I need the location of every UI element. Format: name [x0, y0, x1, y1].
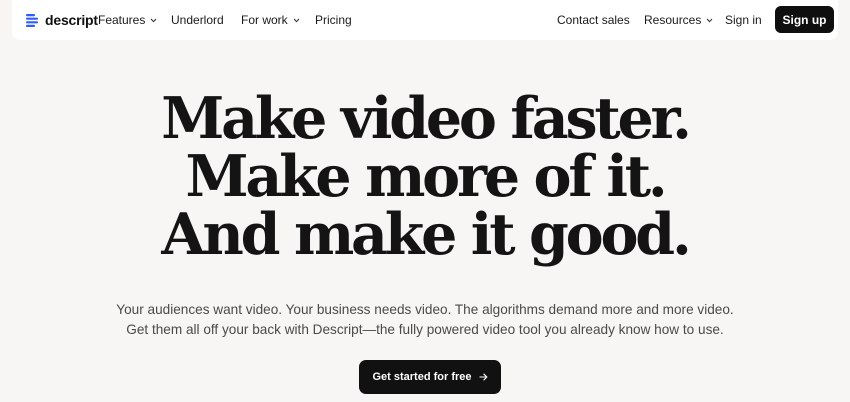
- brand-home-link[interactable]: descript: [26, 11, 98, 29]
- nav-for-work-label: For work: [241, 13, 288, 27]
- nav-contact-sales-label: Contact sales: [557, 13, 630, 27]
- chevron-down-icon: [150, 18, 157, 22]
- chevron-down-icon: [293, 18, 300, 22]
- nav-sign-in[interactable]: Sign in: [725, 12, 762, 28]
- hero-line-3: And make it good.: [161, 201, 691, 268]
- subhead-line-1: Your audiences want video. Your business…: [116, 302, 734, 317]
- get-started-label: Get started for free: [372, 371, 472, 383]
- get-started-button[interactable]: Get started for free: [359, 360, 501, 394]
- hero-line-2: Make more of it.: [185, 143, 667, 210]
- nav-underlord-label: Underlord: [171, 13, 224, 27]
- nav-underlord[interactable]: Underlord: [171, 12, 224, 28]
- nav-features-label: Features: [98, 13, 146, 27]
- descript-logo-icon: [26, 14, 38, 27]
- chevron-down-icon: [706, 18, 713, 22]
- nav-pricing-label: Pricing: [315, 13, 352, 27]
- top-nav: descript Features Underlord For work Pri…: [12, 0, 838, 40]
- nav-features[interactable]: Features: [98, 12, 157, 28]
- nav-contact-sales[interactable]: Contact sales: [557, 12, 630, 28]
- sign-up-button[interactable]: Sign up: [775, 6, 834, 33]
- nav-sign-in-label: Sign in: [725, 13, 762, 27]
- nav-pricing[interactable]: Pricing: [315, 12, 352, 28]
- subhead-line-2: Get them all off your back with Descript…: [126, 322, 724, 337]
- nav-resources[interactable]: Resources: [644, 12, 713, 28]
- hero-headline: Make video faster. Make more of it. And …: [0, 90, 850, 264]
- hero-line-1: Make video faster.: [161, 85, 692, 152]
- brand-name: descript: [45, 12, 98, 28]
- hero-subheadline: Your audiences want video. Your business…: [0, 300, 850, 340]
- nav-for-work[interactable]: For work: [241, 12, 300, 28]
- arrow-right-icon: [479, 373, 488, 381]
- nav-resources-label: Resources: [644, 13, 702, 27]
